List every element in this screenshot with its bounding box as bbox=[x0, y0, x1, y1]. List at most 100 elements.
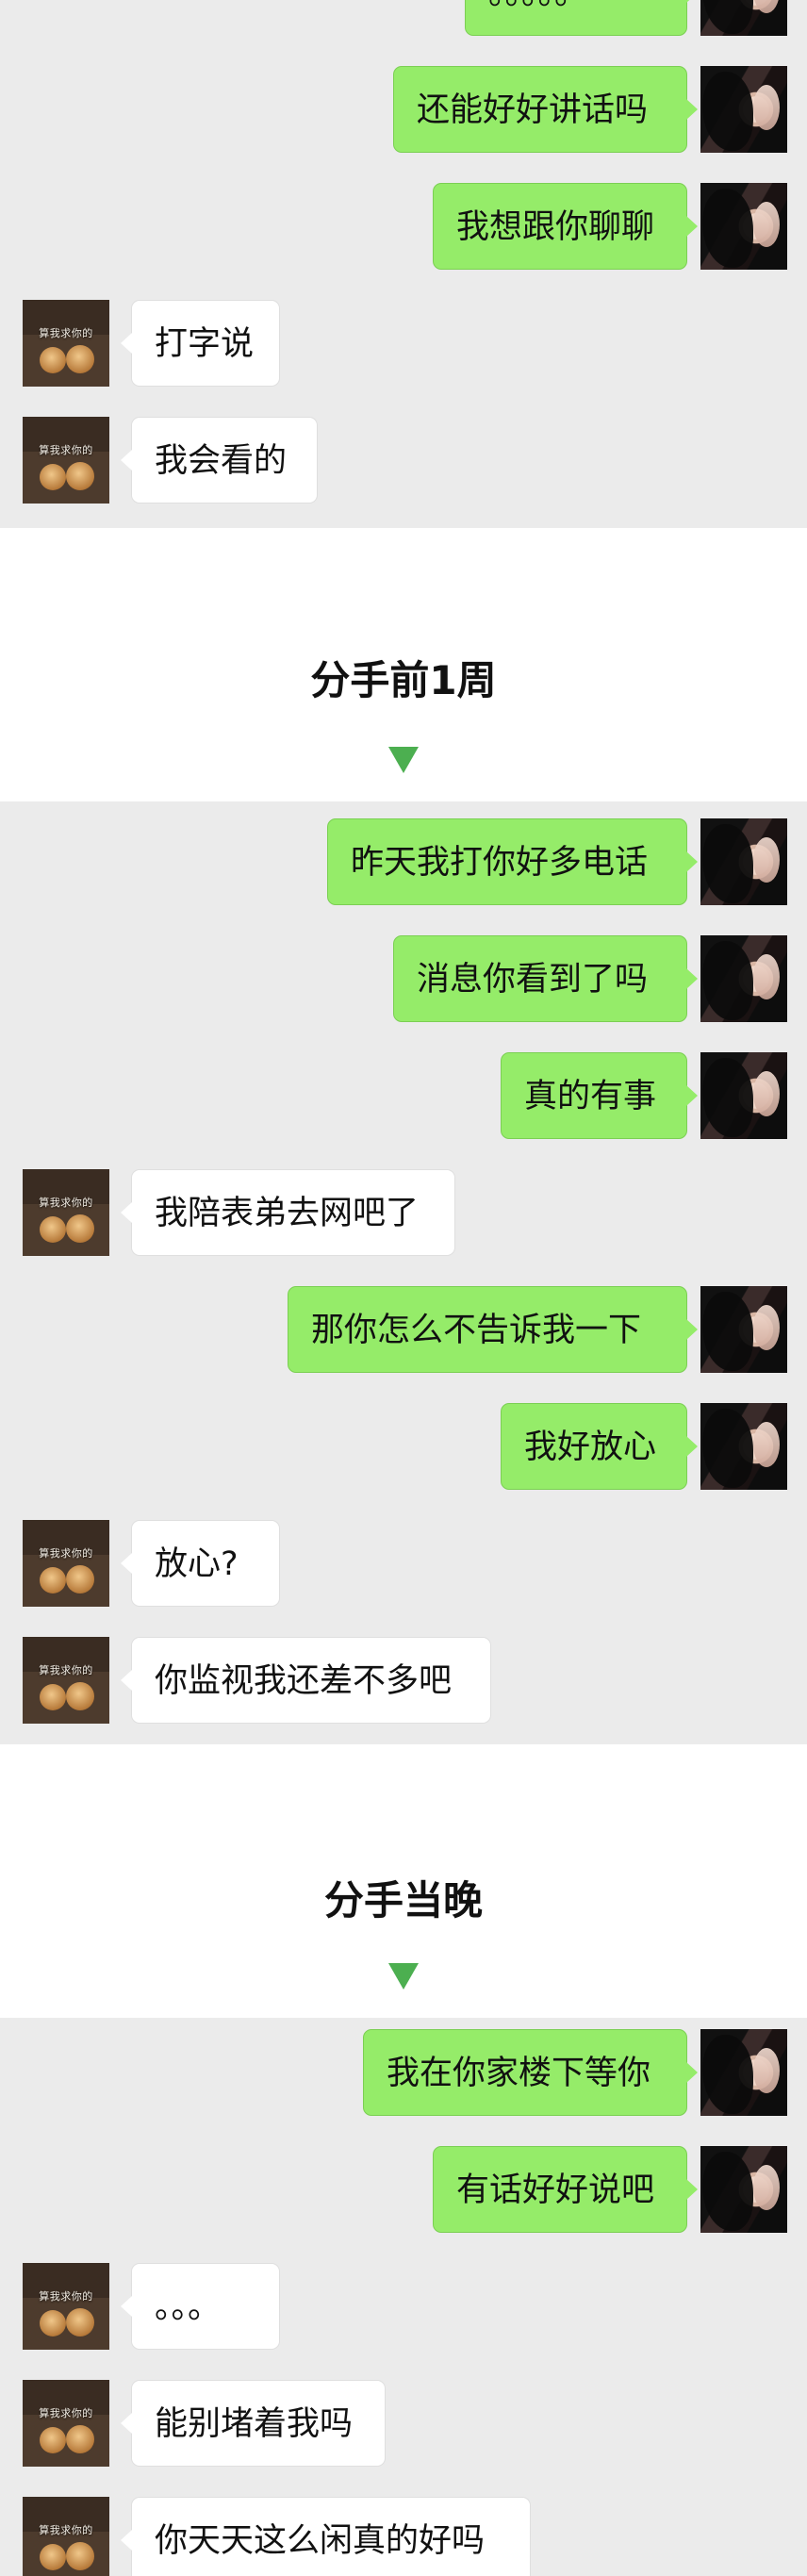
message-row: 消息你看到了吗 bbox=[0, 935, 807, 1022]
message-text: 我好放心 bbox=[524, 1428, 657, 1466]
message-bubble-received[interactable]: 你天天这么闲真的好吗 bbox=[121, 2497, 531, 2576]
avatar-caption: 算我求你的 bbox=[39, 2524, 93, 2536]
avatar-contact[interactable]: 算我求你的 bbox=[23, 1169, 109, 1256]
avatar-me[interactable] bbox=[700, 818, 787, 905]
avatar-me[interactable] bbox=[700, 1052, 787, 1139]
message-bubble-sent[interactable]: 我想跟你聊聊 bbox=[433, 183, 698, 270]
coin-icon bbox=[66, 345, 94, 373]
coin-icon bbox=[40, 1567, 66, 1593]
message-text: 你监视我还差不多吧 bbox=[155, 1662, 453, 1700]
message-bubble-sent[interactable]: 我在你家楼下等你 bbox=[363, 2029, 698, 2116]
message-bubble-received[interactable]: 打字说 bbox=[121, 300, 280, 387]
message-row: 还能好好讲话吗 bbox=[0, 66, 807, 153]
avatar-contact[interactable]: 算我求你的 bbox=[23, 300, 109, 387]
message-row: 真的有事 bbox=[0, 1052, 807, 1139]
message-bubble-sent[interactable]: 。。。。。 bbox=[465, 0, 698, 36]
message-row: 算我求你的 。。。 bbox=[0, 2263, 807, 2350]
avatar-me[interactable] bbox=[700, 1403, 787, 1490]
avatar-me[interactable] bbox=[700, 935, 787, 1022]
message-row: 算我求你的 你天天这么闲真的好吗 bbox=[0, 2497, 807, 2576]
message-row: 有话好好说吧 bbox=[0, 2146, 807, 2233]
message-row: 算我求你的 放心? bbox=[0, 1520, 807, 1607]
message-bubble-sent[interactable]: 我好放心 bbox=[501, 1403, 698, 1490]
coin-icon bbox=[66, 462, 94, 490]
avatar-caption: 算我求你的 bbox=[39, 1197, 93, 1209]
message-bubble-received[interactable]: 我陪表弟去网吧了 bbox=[121, 1169, 455, 1256]
avatar-me[interactable] bbox=[700, 66, 787, 153]
message-row: 我想跟你聊聊 bbox=[0, 183, 807, 270]
message-bubble-sent[interactable]: 消息你看到了吗 bbox=[393, 935, 698, 1022]
section-title: 分手前1周 bbox=[310, 657, 497, 703]
message-bubble-sent[interactable]: 有话好好说吧 bbox=[433, 2146, 698, 2233]
coin-icon bbox=[66, 2542, 94, 2570]
avatar-contact[interactable]: 算我求你的 bbox=[23, 2263, 109, 2350]
coin-icon bbox=[66, 2425, 94, 2453]
message-text: 。。。 bbox=[155, 2288, 222, 2326]
avatar-contact[interactable]: 算我求你的 bbox=[23, 417, 109, 504]
message-row: 算我求你的 能别堵着我吗 bbox=[0, 2380, 807, 2467]
chat-block-1: 。。。。。 还能好好讲话吗 我想跟你聊聊 算我求你的 打字说 bbox=[0, 0, 807, 528]
message-bubble-sent[interactable]: 昨天我打你好多电话 bbox=[327, 818, 698, 905]
down-triangle-icon bbox=[388, 747, 419, 773]
message-text: 那你怎么不告诉我一下 bbox=[311, 1312, 642, 1349]
chat-block-2: 昨天我打你好多电话 消息你看到了吗 真的有事 算我求你的 我陪表弟去网吧了 那你… bbox=[0, 801, 807, 1744]
coin-icon bbox=[40, 347, 66, 373]
avatar-contact[interactable]: 算我求你的 bbox=[23, 2380, 109, 2467]
avatar-caption: 算我求你的 bbox=[39, 2290, 93, 2303]
message-row: 昨天我打你好多电话 bbox=[0, 818, 807, 905]
coin-icon bbox=[66, 1214, 94, 1243]
avatar-contact[interactable]: 算我求你的 bbox=[23, 1637, 109, 1724]
message-text: 你天天这么闲真的好吗 bbox=[155, 2522, 486, 2560]
message-text: 我会看的 bbox=[155, 442, 288, 480]
message-bubble-received[interactable]: 。。。 bbox=[121, 2263, 280, 2350]
coin-icon bbox=[66, 2308, 94, 2337]
avatar-contact[interactable]: 算我求你的 bbox=[23, 2497, 109, 2576]
avatar-contact[interactable]: 算我求你的 bbox=[23, 1520, 109, 1607]
avatar-caption: 算我求你的 bbox=[39, 1664, 93, 1676]
coin-icon bbox=[40, 464, 66, 490]
message-text: 我想跟你聊聊 bbox=[456, 208, 655, 246]
message-row: 我在你家楼下等你 bbox=[0, 2029, 807, 2116]
message-text: 能别堵着我吗 bbox=[155, 2405, 354, 2443]
message-text: 打字说 bbox=[155, 325, 255, 363]
avatar-me[interactable] bbox=[700, 2146, 787, 2233]
message-text: 有话好好说吧 bbox=[456, 2171, 655, 2209]
avatar-me[interactable] bbox=[700, 183, 787, 270]
message-row: 那你怎么不告诉我一下 bbox=[0, 1286, 807, 1373]
message-row: 。。。。。 bbox=[0, 0, 807, 36]
message-row: 算我求你的 我会看的 bbox=[0, 417, 807, 504]
avatar-caption: 算我求你的 bbox=[39, 2407, 93, 2419]
chat-block-3: 我在你家楼下等你 有话好好说吧 算我求你的 。。。 算我求你的 能别堵着我吗 算… bbox=[0, 2018, 807, 2576]
coin-icon bbox=[40, 1684, 66, 1710]
message-row: 算我求你的 我陪表弟去网吧了 bbox=[0, 1169, 807, 1256]
message-text: 消息你看到了吗 bbox=[417, 961, 649, 999]
avatar-me[interactable] bbox=[700, 1286, 787, 1373]
message-row: 算我求你的 你监视我还差不多吧 bbox=[0, 1637, 807, 1724]
message-text: 我陪表弟去网吧了 bbox=[155, 1195, 420, 1232]
avatar-caption: 算我求你的 bbox=[39, 327, 93, 339]
message-row: 算我求你的 打字说 bbox=[0, 300, 807, 387]
chat-screenshot-page: 。。。。。 还能好好讲话吗 我想跟你聊聊 算我求你的 打字说 bbox=[0, 0, 807, 2576]
message-bubble-received[interactable]: 能别堵着我吗 bbox=[121, 2380, 386, 2467]
message-row: 我好放心 bbox=[0, 1403, 807, 1490]
avatar-me[interactable] bbox=[700, 2029, 787, 2116]
coin-icon bbox=[40, 2427, 66, 2453]
message-text: 还能好好讲话吗 bbox=[417, 91, 649, 129]
message-bubble-received[interactable]: 你监视我还差不多吧 bbox=[121, 1637, 491, 1724]
message-bubble-received[interactable]: 放心? bbox=[121, 1520, 280, 1607]
message-bubble-sent[interactable]: 那你怎么不告诉我一下 bbox=[288, 1286, 698, 1373]
coin-icon bbox=[40, 2544, 66, 2570]
message-text: 。。。。。 bbox=[488, 0, 587, 12]
down-triangle-icon bbox=[388, 1963, 419, 1990]
message-text: 真的有事 bbox=[524, 1078, 657, 1115]
coin-icon bbox=[40, 1216, 66, 1243]
message-bubble-sent[interactable]: 真的有事 bbox=[501, 1052, 698, 1139]
message-bubble-sent[interactable]: 还能好好讲话吗 bbox=[393, 66, 698, 153]
message-bubble-received[interactable]: 我会看的 bbox=[121, 417, 318, 504]
coin-icon bbox=[66, 1682, 94, 1710]
avatar-caption: 算我求你的 bbox=[39, 1547, 93, 1560]
coin-icon bbox=[66, 1565, 94, 1593]
message-text: 我在你家楼下等你 bbox=[387, 2055, 651, 2092]
avatar-me[interactable] bbox=[700, 0, 787, 36]
message-text: 放心? bbox=[155, 1545, 239, 1583]
